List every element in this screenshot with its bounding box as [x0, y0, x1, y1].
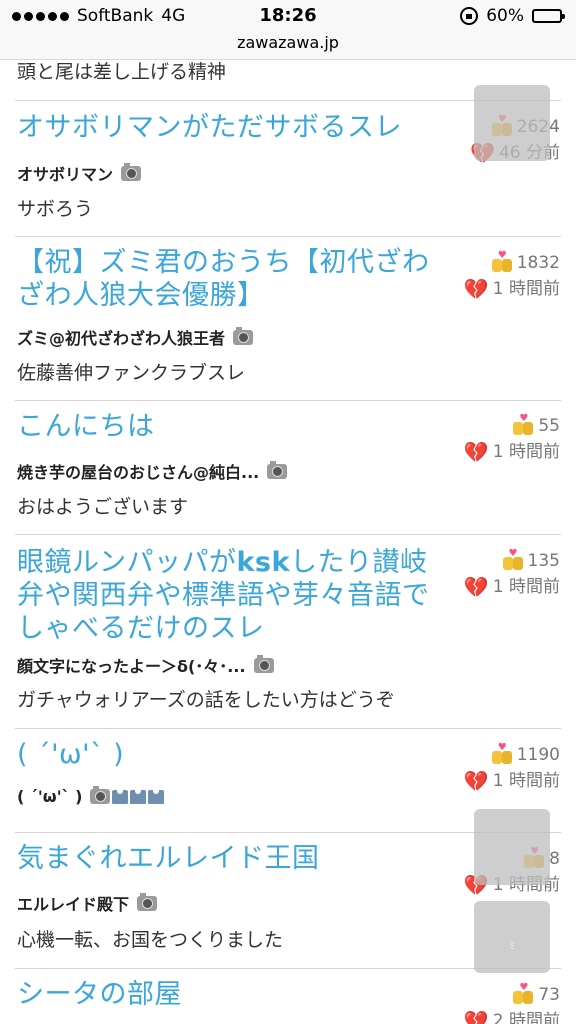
author-name: 焼き芋の屋台のおじさん@純白...: [17, 463, 260, 482]
thread-item[interactable]: 眼鏡ルンパッパがkskしたり讃岐弁や関西弁や標準語や芽々音語でしゃべるだけのスレ…: [0, 534, 576, 728]
thread-item[interactable]: こんにちは ♥ 55 💔 1 時間前 焼き芋の屋台のおじさん@純白... おはようご…: [0, 400, 576, 534]
thread-title[interactable]: オサボリマンがただサボるスレ: [17, 111, 447, 144]
updated-time: 1 時間前: [492, 442, 560, 462]
divider: [15, 236, 561, 237]
thread-author[interactable]: ( ´'ω'` ): [17, 786, 165, 806]
camera-icon: [253, 654, 274, 673]
camera-icon: [137, 892, 158, 911]
updated-time: 1 時間前: [492, 577, 560, 597]
thread-author[interactable]: 焼き芋の屋台のおじさん@純白...: [17, 459, 288, 483]
thumbnail-overlay[interactable]: [474, 809, 550, 885]
thread-title[interactable]: 眼鏡ルンパッパがkskしたり讃岐弁や関西弁や標準語や芽々音語でしゃべるだけのスレ: [17, 546, 447, 645]
thumbnail-overlay[interactable]: [474, 85, 550, 161]
like-count: 1832: [516, 253, 560, 273]
camera-icon: [90, 786, 111, 804]
thread-description: 佐藤善伸ファンクラブスレ: [17, 362, 246, 384]
camera-icon: [233, 326, 254, 345]
divider: [15, 534, 561, 535]
updated-time: 1 時間前: [492, 771, 560, 791]
shirt-icon: [112, 789, 129, 804]
rotation-lock-icon: [460, 7, 479, 25]
battery-info: 60%: [460, 6, 565, 26]
thread-title[interactable]: ( ´'ω'` ): [17, 738, 447, 771]
broken-heart-icon: 💔: [463, 575, 489, 599]
overlay-icon: ﾐ: [509, 942, 515, 952]
heart-couple-icon: ♥: [491, 251, 513, 273]
url-bar[interactable]: zawazawa.jp: [0, 33, 576, 52]
updated-time: 2 時間前: [492, 1011, 560, 1024]
thread-title[interactable]: 【祝】ズミ君のおうち【初代ざわざわ人狼大会優勝】: [17, 246, 447, 312]
broken-heart-icon: 💔: [463, 277, 489, 301]
thread-description: 心機一転、お国をつくりました: [17, 929, 284, 951]
status-bar: SoftBank 4G 18:26 60% zawazawa.jp: [0, 0, 576, 60]
heart-couple-icon: ♥: [502, 549, 524, 571]
heart-couple-icon: ♥: [512, 983, 534, 1005]
author-name: エルレイド殿下: [17, 895, 130, 914]
thread-title[interactable]: シータの部屋: [17, 978, 447, 1011]
thread-stats: ♥ 1832 💔 1 時間前: [440, 250, 560, 302]
thread-author[interactable]: エルレイド殿下: [17, 891, 158, 915]
shirt-icon: [148, 789, 165, 804]
partial-description: 頭と尾は差し上げる精神: [17, 61, 227, 83]
thread-description: サボろう: [17, 198, 94, 220]
updated-time: 1 時間前: [492, 279, 560, 299]
divider: [15, 728, 561, 729]
title-emphasis: ksk: [236, 547, 290, 578]
thread-author[interactable]: オサボリマン: [17, 161, 142, 185]
broken-heart-icon: 💔: [463, 440, 489, 464]
thread-stats: ♥ 73 💔 2 時間前: [440, 982, 560, 1024]
thread-description: おはようございます: [17, 496, 189, 518]
thread-list: 頭と尾は差し上げる精神 オサボリマンがただサボるスレ ♥2624 💔46 分前 …: [0, 60, 576, 1024]
shirt-icon: [130, 789, 147, 804]
divider: [15, 400, 561, 401]
author-name: ( ´'ω'` ): [17, 787, 83, 806]
thread-author[interactable]: ズミ@初代ざわざわ人狼王者: [17, 325, 254, 349]
like-count: 55: [538, 416, 560, 436]
battery-icon: [532, 9, 565, 23]
like-count: 1190: [516, 745, 560, 765]
like-count: 73: [538, 985, 560, 1005]
thread-author[interactable]: 顔文字になったよー＞δ(･々･...: [17, 653, 274, 677]
author-name: 顔文字になったよー＞δ(･々･...: [17, 657, 246, 676]
heart-couple-icon: ♥: [491, 743, 513, 765]
battery-percent: 60%: [486, 6, 524, 26]
thread-title[interactable]: こんにちは: [17, 410, 447, 443]
thread-item[interactable]: 【祝】ズミ君のおうち【初代ざわざわ人狼大会優勝】 ♥ 1832 💔 1 時間前 ズミ…: [0, 236, 576, 400]
like-count: 8: [549, 849, 560, 869]
thread-stats: ♥ 1190 💔 1 時間前: [440, 742, 560, 794]
like-count: 135: [527, 551, 560, 571]
thread-item[interactable]: シータの部屋 ♥ 73 💔 2 時間前: [0, 968, 576, 1024]
author-name: ズミ@初代ざわざわ人狼王者: [17, 329, 226, 348]
thread-stats: ♥ 55 💔 1 時間前: [440, 413, 560, 465]
broken-heart-icon: 💔: [463, 1009, 489, 1024]
title-text: 眼鏡ルンパッパが: [17, 547, 237, 578]
thread-title[interactable]: 気まぐれエルレイド王国: [17, 842, 447, 875]
camera-icon: [121, 162, 142, 181]
thread-stats: ♥ 135 💔 1 時間前: [440, 548, 560, 600]
broken-heart-icon: 💔: [463, 769, 489, 793]
thumbnail-overlay[interactable]: ﾐ: [474, 901, 550, 973]
camera-icon: [267, 460, 288, 479]
thread-description: ガチャウォリアーズの話をしたい方はどうぞ: [17, 689, 395, 711]
heart-couple-icon: ♥: [512, 414, 534, 436]
author-name: オサボリマン: [17, 165, 114, 184]
